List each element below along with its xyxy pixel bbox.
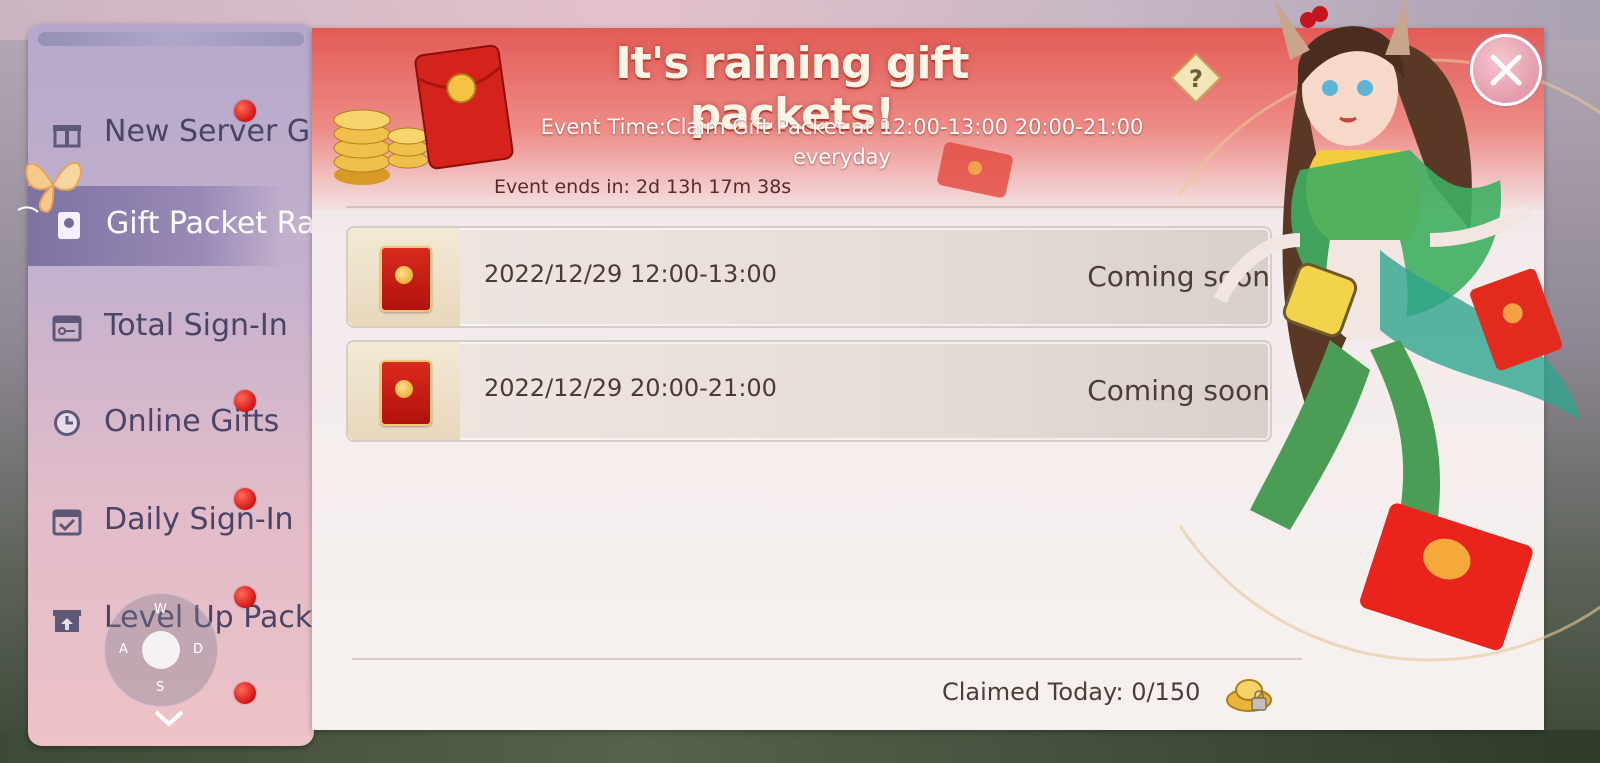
gift-arrow-icon [53, 610, 81, 632]
claimed-today-counter: Claimed Today: 0/150 [942, 678, 1201, 706]
clock-icon [54, 410, 80, 436]
sidebar-item-online-gifts[interactable]: Online Gifts [28, 384, 314, 464]
red-envelope-icon [1360, 503, 1533, 651]
notification-dot [234, 488, 256, 510]
sidebar-item-total-sign-in[interactable]: Total Sign-In [28, 288, 314, 368]
event-time-line1: Event Time:Claim Gift Packet at 12:00-13… [540, 115, 1144, 139]
sidebar-item-label: Daily Sign-In [104, 502, 294, 537]
close-button[interactable] [1470, 34, 1542, 106]
sidebar-top-ornament [38, 32, 304, 46]
joystick-knob[interactable] [142, 631, 180, 669]
notification-dot [234, 390, 256, 412]
row-icon-frame [348, 342, 460, 440]
gift-packet-row[interactable]: 2022/12/29 12:00-13:00 Coming soon [346, 226, 1272, 328]
calendar-check-icon [52, 509, 82, 536]
sidebar-item-label: New Server Gift [104, 114, 314, 149]
sidebar-item-label: Online Gifts [104, 404, 280, 439]
joystick-key-up: W [154, 602, 167, 617]
gift-packet-row[interactable]: 2022/12/29 20:00-21:00 Coming soon [346, 340, 1272, 442]
chevron-down-icon[interactable] [153, 708, 185, 728]
row-time-slot: 2022/12/29 12:00-13:00 [484, 260, 777, 288]
joystick-key-right: D [193, 642, 204, 657]
close-icon [1490, 54, 1522, 86]
sidebar-item-daily-sign-in[interactable]: Daily Sign-In [28, 482, 314, 562]
event-time-line2: everyday [793, 145, 891, 169]
red-envelope-icon [414, 44, 514, 170]
red-envelope-icon [1470, 268, 1562, 371]
divider [352, 658, 1302, 660]
calendar-key-icon [52, 315, 82, 342]
red-envelope-icon [380, 246, 432, 312]
sidebar-item-label: Gift Packet Rain [106, 206, 314, 241]
red-envelope-icon [380, 360, 432, 426]
row-icon-frame [348, 228, 460, 326]
event-countdown: Event ends in: 2d 13h 17m 38s [494, 176, 792, 198]
event-time-text: Event Time:Claim Gift Packet at 12:00-13… [472, 112, 1212, 172]
notification-dot [234, 100, 256, 122]
notification-dot [234, 586, 256, 608]
butterfly-icon [17, 161, 82, 214]
red-envelope-icon [937, 142, 1013, 198]
joystick-key-down: S [156, 680, 165, 695]
sidebar-item-label: Total Sign-In [104, 308, 288, 343]
joystick-key-left: A [119, 642, 128, 657]
virtual-joystick[interactable]: W A D S [104, 593, 218, 707]
row-time-slot: 2022/12/29 20:00-21:00 [484, 374, 777, 402]
gift-box-icon [53, 125, 81, 148]
notification-dot [234, 682, 256, 704]
